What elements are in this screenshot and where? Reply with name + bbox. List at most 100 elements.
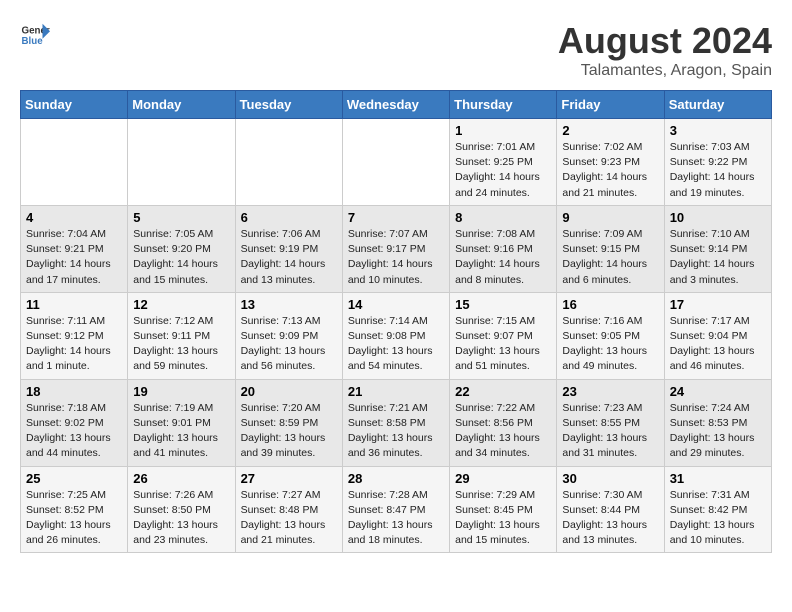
calendar-cell: 13 Sunrise: 7:13 AM Sunset: 9:09 PM Dayli… <box>235 292 342 379</box>
calendar-cell: 14 Sunrise: 7:14 AM Sunset: 9:08 PM Dayli… <box>342 292 449 379</box>
day-info: Sunrise: 7:12 AM Sunset: 9:11 PM Dayligh… <box>133 314 229 375</box>
day-number: 5 <box>133 210 229 225</box>
calendar-cell: 3 Sunrise: 7:03 AM Sunset: 9:22 PM Daylig… <box>664 119 771 206</box>
calendar-cell: 12Sunrise: 7:12 AM Sunset: 9:11 PM Dayli… <box>128 292 235 379</box>
week-row-5: 25 Sunrise: 7:25 AM Sunset: 8:52 PM Dayli… <box>21 466 772 553</box>
day-info: Sunrise: 7:04 AM Sunset: 9:21 PM Dayligh… <box>26 227 122 288</box>
calendar-cell: 9 Sunrise: 7:09 AM Sunset: 9:15 PM Daylig… <box>557 205 664 292</box>
day-number: 18 <box>26 384 122 399</box>
day-info: Sunrise: 7:05 AM Sunset: 9:20 PM Dayligh… <box>133 227 229 288</box>
day-info: Sunrise: 7:28 AM Sunset: 8:47 PM Dayligh… <box>348 488 444 549</box>
column-header-tuesday: Tuesday <box>235 91 342 119</box>
day-info: Sunrise: 7:22 AM Sunset: 8:56 PM Dayligh… <box>455 401 551 462</box>
calendar-cell <box>235 119 342 206</box>
calendar-cell: 7 Sunrise: 7:07 AM Sunset: 9:17 PM Daylig… <box>342 205 449 292</box>
logo: General Blue <box>20 20 50 50</box>
day-info: Sunrise: 7:27 AM Sunset: 8:48 PM Dayligh… <box>241 488 337 549</box>
calendar-cell: 16 Sunrise: 7:16 AM Sunset: 9:05 PM Dayli… <box>557 292 664 379</box>
calendar-cell: 18 Sunrise: 7:18 AM Sunset: 9:02 PM Dayli… <box>21 379 128 466</box>
day-info: Sunrise: 7:29 AM Sunset: 8:45 PM Dayligh… <box>455 488 551 549</box>
header-row: SundayMondayTuesdayWednesdayThursdayFrid… <box>21 91 772 119</box>
day-number: 13 <box>241 297 337 312</box>
day-info: Sunrise: 7:11 AM Sunset: 9:12 PM Dayligh… <box>26 314 122 375</box>
calendar-cell: 10 Sunrise: 7:10 AM Sunset: 9:14 PM Dayli… <box>664 205 771 292</box>
column-header-friday: Friday <box>557 91 664 119</box>
day-info: Sunrise: 7:10 AM Sunset: 9:14 PM Dayligh… <box>670 227 766 288</box>
column-header-saturday: Saturday <box>664 91 771 119</box>
calendar-cell: 28 Sunrise: 7:28 AM Sunset: 8:47 PM Dayli… <box>342 466 449 553</box>
week-row-2: 4 Sunrise: 7:04 AM Sunset: 9:21 PM Daylig… <box>21 205 772 292</box>
day-number: 23 <box>562 384 658 399</box>
day-info: Sunrise: 7:25 AM Sunset: 8:52 PM Dayligh… <box>26 488 122 549</box>
column-header-wednesday: Wednesday <box>342 91 449 119</box>
calendar-cell: 24 Sunrise: 7:24 AM Sunset: 8:53 PM Dayli… <box>664 379 771 466</box>
day-info: Sunrise: 7:14 AM Sunset: 9:08 PM Dayligh… <box>348 314 444 375</box>
svg-text:Blue: Blue <box>22 36 44 47</box>
calendar-cell: 27 Sunrise: 7:27 AM Sunset: 8:48 PM Dayli… <box>235 466 342 553</box>
day-info: Sunrise: 7:08 AM Sunset: 9:16 PM Dayligh… <box>455 227 551 288</box>
day-number: 11 <box>26 297 122 312</box>
day-info: Sunrise: 7:13 AM Sunset: 9:09 PM Dayligh… <box>241 314 337 375</box>
calendar-cell: 15Sunrise: 7:15 AM Sunset: 9:07 PM Dayli… <box>450 292 557 379</box>
day-number: 27 <box>241 471 337 486</box>
subtitle: Talamantes, Aragon, Spain <box>558 62 772 80</box>
calendar-cell: 5 Sunrise: 7:05 AM Sunset: 9:20 PM Daylig… <box>128 205 235 292</box>
day-info: Sunrise: 7:31 AM Sunset: 8:42 PM Dayligh… <box>670 488 766 549</box>
day-info: Sunrise: 7:07 AM Sunset: 9:17 PM Dayligh… <box>348 227 444 288</box>
day-number: 16 <box>562 297 658 312</box>
day-number: 22 <box>455 384 551 399</box>
day-info: Sunrise: 7:30 AM Sunset: 8:44 PM Dayligh… <box>562 488 658 549</box>
calendar-cell: 11 Sunrise: 7:11 AM Sunset: 9:12 PM Dayli… <box>21 292 128 379</box>
calendar-cell: 20Sunrise: 7:20 AM Sunset: 8:59 PM Dayli… <box>235 379 342 466</box>
day-info: Sunrise: 7:09 AM Sunset: 9:15 PM Dayligh… <box>562 227 658 288</box>
day-info: Sunrise: 7:16 AM Sunset: 9:05 PM Dayligh… <box>562 314 658 375</box>
calendar-cell: 26Sunrise: 7:26 AM Sunset: 8:50 PM Dayli… <box>128 466 235 553</box>
logo-icon: General Blue <box>20 20 50 50</box>
calendar-cell: 6Sunrise: 7:06 AM Sunset: 9:19 PM Daylig… <box>235 205 342 292</box>
day-number: 29 <box>455 471 551 486</box>
week-row-1: 1Sunrise: 7:01 AM Sunset: 9:25 PM Daylig… <box>21 119 772 206</box>
day-info: Sunrise: 7:21 AM Sunset: 8:58 PM Dayligh… <box>348 401 444 462</box>
calendar-cell <box>342 119 449 206</box>
calendar-cell: 25 Sunrise: 7:25 AM Sunset: 8:52 PM Dayli… <box>21 466 128 553</box>
day-info: Sunrise: 7:03 AM Sunset: 9:22 PM Dayligh… <box>670 140 766 201</box>
calendar-cell: 8 Sunrise: 7:08 AM Sunset: 9:16 PM Daylig… <box>450 205 557 292</box>
day-number: 7 <box>348 210 444 225</box>
calendar-cell: 19Sunrise: 7:19 AM Sunset: 9:01 PM Dayli… <box>128 379 235 466</box>
day-number: 4 <box>26 210 122 225</box>
day-info: Sunrise: 7:06 AM Sunset: 9:19 PM Dayligh… <box>241 227 337 288</box>
week-row-3: 11 Sunrise: 7:11 AM Sunset: 9:12 PM Dayli… <box>21 292 772 379</box>
title-block: August 2024 Talamantes, Aragon, Spain <box>558 20 772 80</box>
calendar-cell: 31 Sunrise: 7:31 AM Sunset: 8:42 PM Dayli… <box>664 466 771 553</box>
day-info: Sunrise: 7:17 AM Sunset: 9:04 PM Dayligh… <box>670 314 766 375</box>
calendar-cell <box>21 119 128 206</box>
day-number: 10 <box>670 210 766 225</box>
calendar-cell: 17 Sunrise: 7:17 AM Sunset: 9:04 PM Dayli… <box>664 292 771 379</box>
calendar-cell: 2Sunrise: 7:02 AM Sunset: 9:23 PM Daylig… <box>557 119 664 206</box>
calendar-cell: 22 Sunrise: 7:22 AM Sunset: 8:56 PM Dayli… <box>450 379 557 466</box>
calendar-cell: 23Sunrise: 7:23 AM Sunset: 8:55 PM Dayli… <box>557 379 664 466</box>
day-info: Sunrise: 7:18 AM Sunset: 9:02 PM Dayligh… <box>26 401 122 462</box>
day-number: 1 <box>455 123 551 138</box>
day-number: 28 <box>348 471 444 486</box>
day-number: 3 <box>670 123 766 138</box>
day-number: 31 <box>670 471 766 486</box>
day-info: Sunrise: 7:19 AM Sunset: 9:01 PM Dayligh… <box>133 401 229 462</box>
day-number: 24 <box>670 384 766 399</box>
day-number: 30 <box>562 471 658 486</box>
column-header-sunday: Sunday <box>21 91 128 119</box>
week-row-4: 18 Sunrise: 7:18 AM Sunset: 9:02 PM Dayli… <box>21 379 772 466</box>
day-number: 14 <box>348 297 444 312</box>
calendar-cell: 1Sunrise: 7:01 AM Sunset: 9:25 PM Daylig… <box>450 119 557 206</box>
day-number: 20 <box>241 384 337 399</box>
day-number: 9 <box>562 210 658 225</box>
column-header-thursday: Thursday <box>450 91 557 119</box>
day-number: 25 <box>26 471 122 486</box>
day-info: Sunrise: 7:24 AM Sunset: 8:53 PM Dayligh… <box>670 401 766 462</box>
day-number: 8 <box>455 210 551 225</box>
calendar-table: SundayMondayTuesdayWednesdayThursdayFrid… <box>20 90 772 553</box>
day-number: 26 <box>133 471 229 486</box>
day-number: 17 <box>670 297 766 312</box>
header: General Blue August 2024 Talamantes, Ara… <box>20 20 772 80</box>
day-number: 2 <box>562 123 658 138</box>
